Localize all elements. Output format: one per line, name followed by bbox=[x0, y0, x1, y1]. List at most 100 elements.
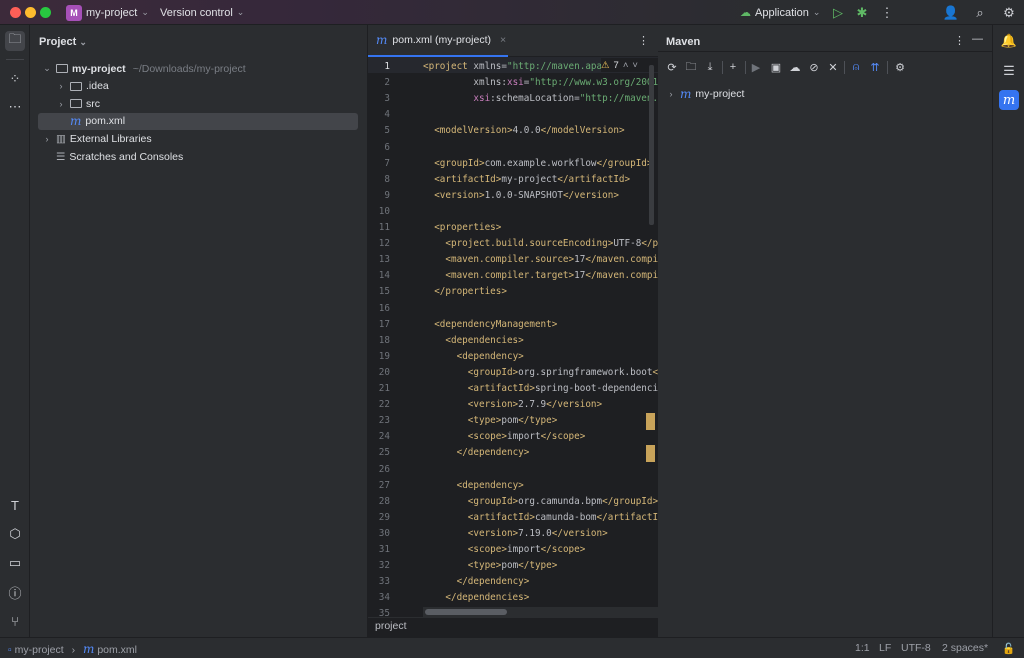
run-icon[interactable]: ▷ bbox=[829, 4, 847, 22]
breadcrumb-item[interactable]: project bbox=[375, 620, 407, 632]
debug-icon[interactable]: ✱ bbox=[853, 4, 871, 22]
project-panel-title[interactable]: Project ⌄ bbox=[39, 36, 87, 48]
skip-tests-icon[interactable]: ⊘ bbox=[806, 59, 822, 75]
code-area[interactable]: <project xmlns="http://maven.apache.org/… bbox=[423, 57, 658, 617]
line-number: 33 bbox=[378, 576, 390, 588]
chevron-right-icon[interactable]: › bbox=[666, 89, 676, 99]
terminal-icon[interactable]: ▭ bbox=[5, 553, 25, 573]
gear-icon[interactable]: ⚙ bbox=[1000, 4, 1018, 22]
minimize-window-button[interactable] bbox=[25, 7, 36, 18]
show-dependencies-icon[interactable]: ⍝ bbox=[848, 59, 864, 75]
collapse-all-icon[interactable]: ✕ bbox=[825, 59, 841, 75]
hide-panel-icon[interactable]: — bbox=[972, 33, 983, 45]
close-tab-icon[interactable]: × bbox=[500, 34, 506, 46]
zoom-window-button[interactable] bbox=[40, 7, 51, 18]
git-icon[interactable]: ⑂ bbox=[5, 611, 25, 631]
breadcrumb-project[interactable]: my-project bbox=[15, 644, 64, 656]
tab-options-icon[interactable]: ⋮ bbox=[638, 34, 649, 47]
code-line[interactable]: </dependency> bbox=[423, 574, 530, 590]
gear-icon[interactable]: ⚙ bbox=[892, 59, 908, 75]
code-line[interactable]: <modelVersion>4.0.0</modelVersion> bbox=[423, 123, 624, 139]
expand-all-icon[interactable]: ⇈ bbox=[867, 59, 883, 75]
tree-item[interactable]: › .idea bbox=[38, 78, 109, 95]
download-icon[interactable]: ⤓ bbox=[702, 59, 718, 75]
more-tools-icon[interactable]: ⋯ bbox=[5, 97, 25, 117]
tab-pom-xml[interactable]: m pom.xml (my-project) × bbox=[368, 25, 508, 57]
code-line[interactable]: <dependency> bbox=[423, 478, 524, 494]
options-icon[interactable]: ⋮ bbox=[954, 34, 965, 47]
code-line[interactable]: <version>2.7.9</version> bbox=[423, 397, 602, 413]
tree-item[interactable]: ☰ Scratches and Consoles bbox=[38, 148, 183, 165]
database-icon[interactable]: ☰ bbox=[999, 61, 1019, 81]
code-line[interactable]: <version>1.0.0-SNAPSHOT</version> bbox=[423, 188, 619, 204]
code-line[interactable]: <groupId>com.example.workflow</groupId> bbox=[423, 156, 652, 172]
services-icon[interactable]: ⬡ bbox=[5, 524, 25, 544]
tree-item[interactable]: ⌄ my-project ~/Downloads/my-project bbox=[38, 60, 245, 77]
code-line[interactable]: </dependency> bbox=[423, 445, 530, 461]
code-line[interactable]: <dependencies> bbox=[423, 333, 523, 349]
breadcrumb-file[interactable]: pom.xml bbox=[97, 644, 137, 656]
build-icon[interactable]: T bbox=[5, 495, 25, 515]
project-switcher[interactable]: M my-project ⌄ bbox=[66, 4, 149, 21]
code-line[interactable]: <type>pom</type> bbox=[423, 413, 558, 429]
folder-icon[interactable]: 🗀 bbox=[5, 31, 25, 51]
file-encoding[interactable]: UTF-8 bbox=[901, 642, 931, 654]
maven-tree-item[interactable]: › m my-project bbox=[666, 85, 745, 102]
next-highlight-icon[interactable]: ˅ bbox=[632, 60, 638, 71]
scrollbar-thumb[interactable] bbox=[425, 609, 507, 615]
tree-item[interactable]: › src bbox=[38, 95, 101, 112]
code-line[interactable]: <groupId>org.camunda.bpm</groupId> bbox=[423, 494, 658, 510]
code-line[interactable]: <maven.compiler.target>17</maven.compile… bbox=[423, 268, 658, 284]
structure-icon[interactable]: ⁘ bbox=[5, 69, 25, 89]
reload-icon[interactable]: ⟳ bbox=[664, 59, 680, 75]
add-user-icon[interactable]: 👤 bbox=[942, 4, 960, 22]
caret-position[interactable]: 1:1 bbox=[855, 642, 870, 654]
code-line[interactable]: <maven.compiler.source>17</maven.compile… bbox=[423, 252, 658, 268]
code-line[interactable]: xsi:schemaLocation="http://maven.apache.… bbox=[423, 91, 658, 107]
version-control-menu[interactable]: Version control ⌄ bbox=[160, 5, 244, 20]
maven-icon[interactable]: m bbox=[999, 90, 1019, 110]
tree-item[interactable]: m pom.xml bbox=[38, 112, 358, 130]
chevron-right-icon[interactable]: › bbox=[42, 134, 52, 144]
code-line[interactable]: </dependencies> bbox=[423, 590, 529, 606]
horizontal-scrollbar[interactable] bbox=[423, 607, 658, 617]
status-breadcrumb[interactable]: ▫ my-project › m pom.xml bbox=[8, 642, 137, 656]
close-window-button[interactable] bbox=[10, 7, 21, 18]
offline-icon[interactable]: ☁ bbox=[787, 59, 803, 75]
editor-breadcrumb[interactable]: project bbox=[368, 617, 658, 637]
more-icon[interactable]: ⋮ bbox=[878, 4, 896, 22]
notifications-icon[interactable]: 🔔 bbox=[999, 31, 1019, 51]
line-separator[interactable]: LF bbox=[879, 642, 891, 654]
code-line[interactable]: <dependency> bbox=[423, 349, 524, 365]
code-line[interactable]: <project.build.sourceEncoding>UTF-8</pro… bbox=[423, 236, 658, 252]
tree-item[interactable]: › ▥ External Libraries bbox=[38, 130, 152, 147]
execute-goal-icon[interactable]: ▣ bbox=[768, 59, 784, 75]
vertical-scrollbar[interactable] bbox=[649, 65, 654, 225]
code-line[interactable]: <artifactId>spring-boot-dependencies</ar… bbox=[423, 381, 658, 397]
code-line[interactable]: <scope>import</scope> bbox=[423, 542, 586, 558]
code-line[interactable]: <dependencyManagement> bbox=[423, 317, 557, 333]
generate-sources-icon[interactable]: 🗀 bbox=[683, 59, 699, 75]
code-line[interactable]: <artifactId>my-project</artifactId> bbox=[423, 172, 630, 188]
code-line[interactable]: <version>7.19.0</version> bbox=[423, 526, 608, 542]
add-icon[interactable]: + bbox=[725, 59, 741, 75]
chevron-right-icon[interactable]: › bbox=[56, 99, 66, 109]
chevron-down-icon[interactable]: ⌄ bbox=[42, 63, 52, 74]
previous-highlight-icon[interactable]: ˄ bbox=[623, 60, 629, 71]
code-line[interactable]: <groupId>org.springframework.boot</group… bbox=[423, 365, 658, 381]
code-line[interactable]: </properties> bbox=[423, 284, 507, 300]
indent-setting[interactable]: 2 spaces* bbox=[942, 642, 988, 654]
run-config-selector[interactable]: ☁ Application ⌄ bbox=[740, 5, 820, 20]
chevron-right-icon[interactable]: › bbox=[56, 81, 66, 91]
search-icon[interactable]: ⌕ bbox=[971, 4, 989, 22]
code-line[interactable]: <properties> bbox=[423, 220, 501, 236]
code-line[interactable]: <scope>import</scope> bbox=[423, 429, 586, 445]
divider bbox=[6, 59, 24, 60]
problems-icon[interactable]: ⓘ bbox=[5, 582, 25, 602]
folder-icon bbox=[70, 81, 82, 91]
lock-icon[interactable]: 🔓 bbox=[1002, 642, 1015, 655]
code-line[interactable]: <type>pom</type> bbox=[423, 558, 558, 574]
run-icon[interactable]: ▶ bbox=[748, 59, 764, 75]
code-line[interactable]: <artifactId>camunda-bom</artifactId> bbox=[423, 510, 658, 526]
code-line[interactable]: xmlns:xsi="http://www.w3.org/2001/XMLSch… bbox=[423, 75, 658, 91]
